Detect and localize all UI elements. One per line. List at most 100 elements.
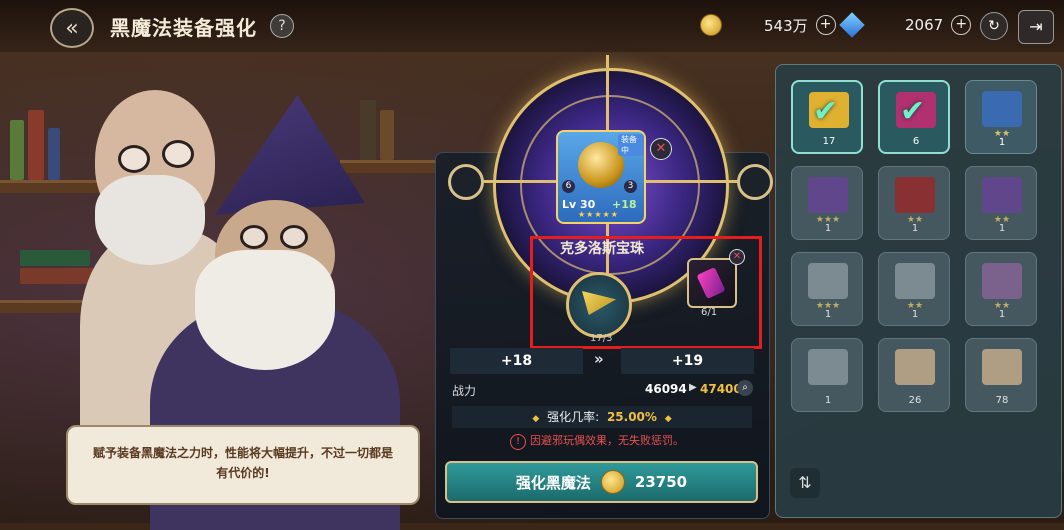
bookshelf <box>340 160 440 173</box>
refresh-button[interactable]: ↻ <box>980 12 1008 40</box>
power-row: 战力 46094 ▶ 47400 ⌕ <box>452 380 753 398</box>
inventory-item[interactable]: 78 <box>965 338 1037 412</box>
side-ring-left <box>448 164 484 200</box>
glasses <box>240 225 268 249</box>
sort-button[interactable]: ⇅ <box>790 468 820 498</box>
help-button[interactable]: ? <box>270 14 294 38</box>
search-icon: ⌕ <box>742 382 748 393</box>
exit-icon: ⇥ <box>1029 17 1043 36</box>
elder-beard <box>95 175 205 265</box>
spellbook-icon <box>895 263 935 299</box>
from-level: +18 <box>450 348 583 374</box>
diamond-icon: ◆ <box>532 414 540 424</box>
inventory-item[interactable]: ★★★ 1 <box>791 252 863 326</box>
success-rate-row: ◆ 强化几率: 25.00% ◆ <box>452 406 752 428</box>
power-arrow-icon: ▶ <box>689 382 697 393</box>
equipped-badge: 装备中 <box>618 134 644 156</box>
inventory-item[interactable]: 26 <box>878 338 950 412</box>
book-decoration <box>28 110 44 180</box>
close-icon: ✕ <box>655 141 667 156</box>
book-decoration <box>20 250 90 266</box>
equip-left-num: 6 <box>562 180 575 193</box>
sort-icon: ⇅ <box>798 473 812 492</box>
spellbook-icon <box>982 91 1022 127</box>
equip-right-num: 3 <box>624 180 637 193</box>
item-count: 17 <box>822 136 836 147</box>
back-arrow-icon: « <box>65 15 79 41</box>
back-button[interactable]: « <box>50 8 94 48</box>
item-count: 1 <box>824 395 832 406</box>
inventory-item[interactable]: ★★ 1 <box>965 80 1037 154</box>
gold-coin-icon <box>600 470 625 494</box>
enhance-button-label: 强化黑魔法 <box>515 473 591 492</box>
inventory-item[interactable]: 1 <box>791 338 863 412</box>
power-label: 战力 <box>452 384 477 398</box>
book-decoration <box>360 100 376 160</box>
spellbook-icon <box>982 349 1022 385</box>
warning-text: 因避邪玩偶效果，无失败惩罚。 <box>530 434 684 447</box>
spellbook-icon <box>982 177 1022 213</box>
book-decoration <box>10 120 24 180</box>
remove-equipment-button[interactable]: ✕ <box>650 138 672 160</box>
detail-search-button[interactable]: ⌕ <box>737 380 753 396</box>
equipment-stars: ★★★★★ <box>578 210 619 219</box>
add-gold-button[interactable]: + <box>815 15 836 35</box>
level-change-row: +18 » +19 <box>450 348 754 376</box>
enhance-button[interactable]: 强化黑魔法 23750 <box>445 461 758 503</box>
book-decoration <box>380 110 394 160</box>
inventory-panel: ✔ 17 ✔ 6 ★★ 1 ★★★ 1 ★★ 1 ★★ 1 ★★★ 1 ★★ 1 ★★ 1 1 26 78 <box>775 64 1062 518</box>
highlight-box <box>530 236 762 349</box>
equipment-card[interactable]: 装备中 6 3 Lv 30 +18 ★★★★★ <box>556 130 646 224</box>
to-level: +19 <box>621 348 754 374</box>
page-title: 黑魔法装备强化 <box>110 16 257 40</box>
dialog-line-2: 有代价的! <box>216 466 270 480</box>
item-count: 1 <box>998 309 1006 320</box>
gold-amount: 543万 <box>764 16 808 35</box>
gold-counter: 543万 + <box>700 12 836 38</box>
inventory-item[interactable]: ★★ 1 <box>878 166 950 240</box>
inventory-item[interactable]: ✔ 6 <box>878 80 950 154</box>
gem-counter: 2067 + <box>839 12 972 38</box>
level-arrow-icon: » <box>594 350 604 368</box>
inventory-item[interactable]: ★★ 1 <box>878 252 950 326</box>
spellbook-icon <box>895 177 935 213</box>
enhance-cost: 23750 <box>634 473 688 491</box>
item-count: 6 <box>912 136 920 147</box>
npc-dialog: 赋予装备黑魔法之力时，性能将大幅提升，不过一切都是 有代价的! <box>66 425 420 505</box>
inventory-item[interactable]: ✔ 17 <box>791 80 863 154</box>
inventory-item[interactable]: ★★ 1 <box>965 166 1037 240</box>
gem-icon <box>839 12 865 38</box>
spellbook-icon <box>808 349 848 385</box>
spellbook-icon <box>895 349 935 385</box>
power-new: 47400 <box>700 382 742 396</box>
gold-coin-icon <box>700 14 722 36</box>
spellbook-icon <box>982 263 1022 299</box>
exit-button[interactable]: ⇥ <box>1018 10 1054 44</box>
glasses <box>162 140 194 168</box>
rate-label: 强化几率: <box>547 410 600 424</box>
item-count: 26 <box>908 395 922 406</box>
gem-amount: 2067 <box>905 16 944 34</box>
glasses <box>118 145 150 173</box>
spellbook-icon <box>808 177 848 213</box>
check-icon: ✔ <box>900 94 926 129</box>
glasses <box>280 225 308 249</box>
warning-icon: ! <box>510 434 526 450</box>
item-count: 1 <box>911 223 919 234</box>
item-count: 1 <box>998 223 1006 234</box>
side-ring-right <box>737 164 773 200</box>
warning-text-row: ! 因避邪玩偶效果，无失败惩罚。 <box>510 432 684 450</box>
power-old: 46094 <box>645 382 687 396</box>
check-icon: ✔ <box>813 94 839 129</box>
inventory-item[interactable]: ★★ 1 <box>965 252 1037 326</box>
diamond-icon: ◆ <box>664 414 672 424</box>
refresh-icon: ↻ <box>988 18 1000 34</box>
rate-value: 25.00% <box>606 410 657 424</box>
bookshelf <box>0 180 100 193</box>
item-count: 78 <box>995 395 1009 406</box>
spellbook-icon <box>808 263 848 299</box>
item-count: 1 <box>911 309 919 320</box>
inventory-item[interactable]: ★★★ 1 <box>791 166 863 240</box>
wizard-beard <box>195 250 335 370</box>
add-gem-button[interactable]: + <box>951 15 972 35</box>
